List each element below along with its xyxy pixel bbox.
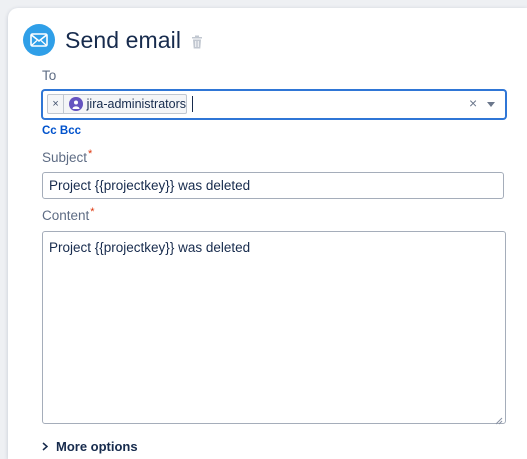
panel-header: Send email	[23, 23, 203, 57]
content-label: Content*	[42, 206, 95, 223]
page-title: Send email	[65, 26, 182, 53]
chevron-down-icon[interactable]	[487, 102, 495, 107]
text-caret	[192, 96, 193, 112]
group-avatar-icon	[69, 97, 83, 111]
to-label: To	[42, 68, 57, 83]
content-textarea[interactable]: Project {{projectkey}} was deleted	[42, 231, 506, 425]
subject-input[interactable]: Project {{projectkey}} was deleted	[42, 172, 504, 199]
trash-icon[interactable]	[191, 35, 203, 49]
content-text: Project {{projectkey}} was deleted	[49, 240, 251, 255]
cc-bcc-link[interactable]: Cc Bcc	[42, 125, 81, 137]
more-options-toggle[interactable]: More options	[42, 439, 138, 454]
required-marker: *	[88, 148, 93, 160]
chevron-right-icon	[42, 442, 48, 451]
subject-label: Subject*	[42, 148, 93, 165]
required-marker: *	[90, 206, 95, 218]
remove-chip-icon[interactable]: ×	[48, 95, 65, 113]
recipient-chip: × jira-administrators	[47, 94, 187, 114]
send-email-panel: Send email To × jira-administrators × Cc…	[8, 8, 527, 459]
more-options-label: More options	[56, 439, 138, 454]
to-recipient-field[interactable]: × jira-administrators ×	[42, 90, 506, 119]
clear-icon[interactable]: ×	[469, 95, 477, 111]
resize-handle-icon[interactable]	[495, 413, 503, 425]
recipient-chip-label: jira-administrators	[86, 97, 186, 111]
content-label-text: Content	[42, 208, 90, 223]
subject-label-text: Subject	[42, 150, 88, 165]
envelope-icon	[23, 24, 55, 56]
